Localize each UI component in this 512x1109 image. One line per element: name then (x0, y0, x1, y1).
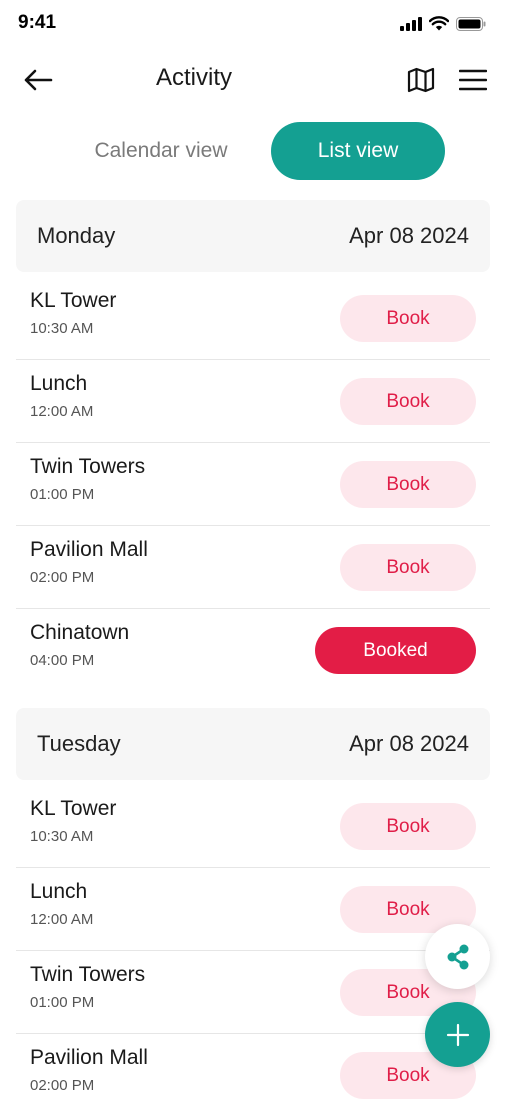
book-button[interactable]: Book (340, 295, 476, 342)
activity-title: Chinatown (30, 621, 130, 644)
list-item[interactable]: Chinatown 04:00 PM Booked (16, 609, 490, 692)
activity-time: 01:00 PM (30, 486, 95, 503)
activity-time: 04:00 PM (30, 652, 95, 669)
activity-time: 12:00 AM (30, 403, 94, 420)
activity-time: 01:00 PM (30, 994, 95, 1011)
status-bar: 9:41 (0, 0, 512, 48)
day-name: Monday (37, 223, 116, 248)
wifi-icon (429, 16, 449, 31)
list-item[interactable]: Lunch 12:00 AM Book (16, 360, 490, 443)
activity-title: KL Tower (30, 797, 117, 820)
menu-button[interactable] (455, 62, 491, 98)
list-item[interactable]: KL Tower 10:30 AM Book (16, 277, 490, 360)
list-item[interactable]: Lunch 12:00 AM Book (16, 868, 490, 951)
activity-title: Pavilion Mall (30, 538, 148, 561)
view-toggle: Calendar view List view (0, 122, 512, 180)
status-time: 9:41 (18, 12, 57, 33)
book-button[interactable]: Book (340, 544, 476, 591)
status-icons (400, 16, 486, 31)
app-header: Activity (0, 52, 512, 108)
activity-title: KL Tower (30, 289, 117, 312)
list-item[interactable]: KL Tower 10:30 AM Book (16, 785, 490, 868)
booked-button[interactable]: Booked (315, 627, 476, 674)
activity-title: Twin Towers (30, 455, 146, 478)
activity-title: Lunch (30, 880, 88, 903)
list-view-tab[interactable]: List view (271, 122, 445, 180)
add-button[interactable] (425, 1002, 490, 1067)
list-item[interactable]: Twin Towers 01:00 PM Book (16, 443, 490, 526)
book-button[interactable]: Book (340, 378, 476, 425)
activity-title: Pavilion Mall (30, 1046, 148, 1069)
plus-icon (446, 1023, 469, 1046)
book-button[interactable]: Book (340, 803, 476, 850)
map-icon (407, 67, 435, 93)
map-button[interactable] (403, 62, 439, 98)
share-icon (447, 944, 468, 969)
share-button[interactable] (425, 924, 490, 989)
activity-time: 10:30 AM (30, 320, 94, 337)
activity-title: Twin Towers (30, 963, 146, 986)
activity-time: 12:00 AM (30, 911, 94, 928)
signal-icon (400, 16, 422, 31)
book-button[interactable]: Book (340, 461, 476, 508)
day-date: Apr 08 2024 (349, 223, 469, 248)
day-name: Tuesday (37, 731, 121, 756)
list-item[interactable]: Twin Towers 01:00 PM Book (16, 951, 490, 1034)
activity-time: 10:30 AM (30, 828, 94, 845)
day-header-tuesday: Tuesday Apr 08 2024 (16, 708, 490, 780)
activity-title: Lunch (30, 372, 88, 395)
list-item[interactable]: Pavilion Mall 02:00 PM Book (16, 526, 490, 609)
activity-time: 02:00 PM (30, 569, 95, 586)
calendar-view-tab[interactable]: Calendar view (66, 122, 256, 180)
hamburger-menu-icon (459, 69, 487, 91)
page-title: Activity (155, 64, 232, 91)
day-header-monday: Monday Apr 08 2024 (16, 200, 490, 272)
battery-icon (456, 16, 486, 31)
day-date: Apr 08 2024 (349, 731, 469, 756)
list-item[interactable]: Pavilion Mall 02:00 PM Book (16, 1034, 490, 1109)
activity-time: 02:00 PM (30, 1077, 95, 1094)
